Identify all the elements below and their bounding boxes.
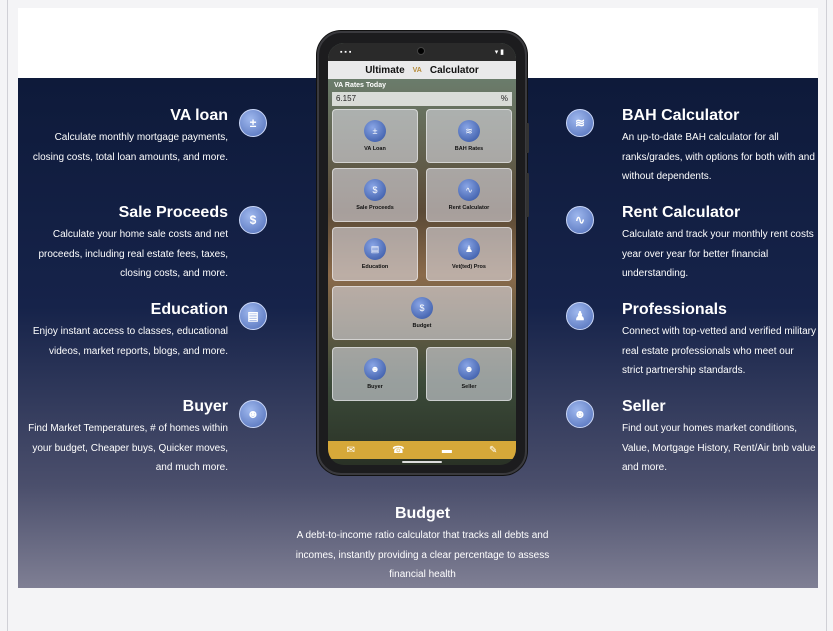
tile-bah-rates[interactable]: ≋ BAH Rates (426, 109, 512, 163)
mail-icon[interactable]: ✉ (347, 445, 355, 456)
edit-icon[interactable]: ✎ (489, 445, 497, 456)
tile-label: Education (361, 264, 389, 270)
phone-mockup: ▪ ▪ ▪ ▾ ▮ Ultimate VA Calculator VA Rate… (317, 31, 529, 475)
feature-bah-calculator: BAH Calculator An up-to-date BAH calcula… (622, 107, 817, 187)
rate-display: 6.157 % (332, 92, 512, 106)
feature-buyer: Buyer Find Market Temperatures, # of hom… (23, 398, 228, 478)
tile-label: Rent Calculator (448, 205, 490, 211)
feature-title: Education (150, 301, 228, 318)
tile-sale-proceeds[interactable]: $ Sale Proceeds (332, 168, 418, 222)
app-title-left: Ultimate (365, 64, 405, 76)
feature-title: VA loan (170, 107, 228, 124)
feature-rent-calculator: Rent Calculator Calculate and track your… (622, 204, 817, 284)
feature-desc: Find out your homes market conditions, V… (622, 423, 816, 473)
tile-va-loan[interactable]: ± VA Loan (332, 109, 418, 163)
seller-robot-icon: ☻ (566, 400, 594, 428)
tile-label: Buyer (367, 384, 383, 390)
right-border (826, 0, 827, 631)
app-title-bar: Ultimate VA Calculator (328, 61, 516, 79)
seller-robot-icon: ☻ (458, 358, 480, 380)
page: VA loan Calculate monthly mortgage payme… (0, 0, 833, 631)
feature-title: Professionals (622, 301, 727, 318)
tile-label: Vet(ted) Pros (452, 264, 486, 270)
calculator-icon: ± (364, 120, 386, 142)
feature-title: Sale Proceeds (118, 204, 228, 221)
rate-unit: % (500, 94, 508, 103)
feature-va-loan: VA loan Calculate monthly mortgage payme… (23, 107, 228, 167)
feature-title: BAH Calculator (622, 107, 740, 124)
calculator-icon: ± (239, 109, 267, 137)
front-camera (417, 47, 425, 55)
buyer-robot-icon: ☻ (239, 400, 267, 428)
chart-icon: ∿ (458, 179, 480, 201)
tile-label: Seller (461, 384, 477, 390)
feature-budget: Budget A debt-to-income ratio calculator… (290, 505, 555, 585)
budget-desc: A debt-to-income ratio calculator that t… (295, 530, 550, 580)
left-border (7, 0, 8, 631)
rank-chevrons-icon: ≋ (458, 120, 480, 142)
rate-value: 6.157 (336, 94, 357, 103)
bottom-nav-bar: ✉ ☎ ▬ ✎ (328, 441, 516, 459)
buyer-robot-icon: ☻ (364, 358, 386, 380)
education-icon: ▤ (239, 302, 267, 330)
feature-title: Rent Calculator (622, 204, 741, 221)
phone-power-button (526, 173, 529, 217)
feature-title: Seller (622, 398, 666, 415)
feature-professionals: Professionals Connect with top-vetted an… (622, 301, 817, 381)
feature-title: Buyer (182, 398, 228, 415)
feature-desc: Calculate your home sale costs and net p… (38, 229, 228, 279)
feature-education: Education Enjoy instant access to classe… (23, 301, 228, 361)
tile-buyer[interactable]: ☻ Buyer (332, 347, 418, 401)
sale-proceeds-icon: $ (239, 206, 267, 234)
rank-chevrons-icon: ≋ (566, 109, 594, 137)
feature-sale-proceeds: Sale Proceeds Calculate your home sale c… (23, 204, 228, 284)
money-bag-icon: $ (411, 297, 433, 319)
tile-vetted-pros[interactable]: ♟ Vet(ted) Pros (426, 227, 512, 281)
tile-label: BAH Rates (454, 146, 484, 152)
app-title-right: Calculator (429, 64, 479, 76)
tile-label: VA Loan (364, 146, 386, 152)
home-indicator[interactable] (402, 461, 442, 463)
tile-label: Sale Proceeds (356, 205, 394, 211)
feature-desc: Calculate monthly mortgage payments, clo… (32, 132, 228, 163)
feature-desc: An up-to-date BAH calculator for all ran… (622, 132, 815, 182)
feature-desc: Calculate and track your monthly rent co… (622, 229, 814, 279)
tile-budget[interactable]: $ Budget (332, 286, 512, 340)
phone-volume-button (526, 123, 529, 153)
chart-icon: ∿ (566, 206, 594, 234)
tile-rent-calculator[interactable]: ∿ Rent Calculator (426, 168, 512, 222)
va-logo-icon: VA (412, 66, 422, 74)
feature-desc: Connect with top-vetted and verified mil… (622, 326, 816, 376)
feature-desc: Find Market Temperatures, # of homes wit… (28, 423, 228, 473)
education-icon: ▤ (364, 238, 386, 260)
tile-education[interactable]: ▤ Education (332, 227, 418, 281)
status-left-icons: ▪ ▪ ▪ (340, 48, 352, 56)
sale-proceeds-icon: $ (364, 179, 386, 201)
phone-call-icon[interactable]: ☎ (392, 445, 404, 456)
feature-desc: Enjoy instant access to classes, educati… (32, 326, 228, 357)
tile-seller[interactable]: ☻ Seller (426, 347, 512, 401)
rates-label: VA Rates Today (334, 82, 386, 89)
professionals-icon: ♟ (458, 238, 480, 260)
feature-seller: Seller Find out your homes market condit… (622, 398, 817, 478)
phone-screen: ▪ ▪ ▪ ▾ ▮ Ultimate VA Calculator VA Rate… (328, 43, 516, 465)
chat-icon[interactable]: ▬ (442, 445, 452, 456)
professionals-icon: ♟ (566, 302, 594, 330)
tile-label: Budget (412, 323, 432, 329)
budget-title: Budget (394, 505, 451, 522)
status-right-icons: ▾ ▮ (494, 49, 504, 56)
